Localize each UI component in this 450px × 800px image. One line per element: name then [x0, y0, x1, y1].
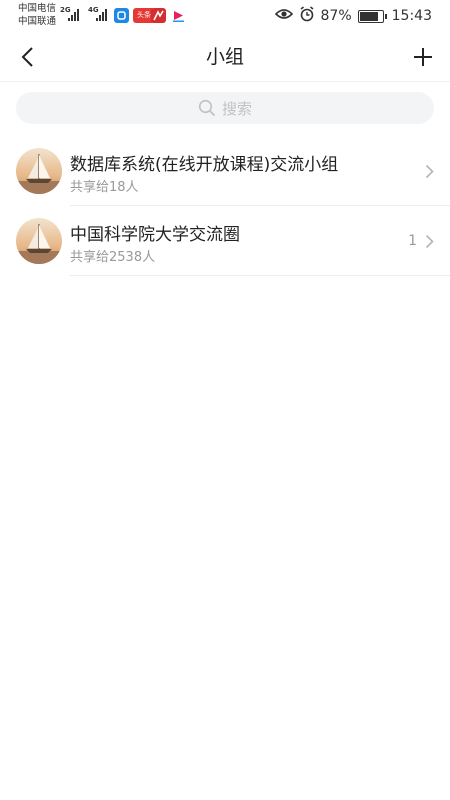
list-item[interactable]: 中国科学院大学交流圈 共享给2538人 1: [0, 206, 450, 276]
carrier-info: 中国电信 中国联通: [18, 3, 56, 28]
search-input[interactable]: 搜索: [16, 92, 434, 124]
battery-percent: 87%: [320, 8, 352, 24]
sailboat-avatar-icon: [16, 148, 62, 194]
page-title: 小组: [205, 46, 244, 68]
status-right: 87% 15:43: [274, 6, 432, 26]
navigation-bar: 小组: [0, 32, 450, 82]
unread-count: 1: [408, 233, 417, 249]
chaoxing-icon: [151, 8, 166, 23]
group-title: 中国科学院大学交流圈: [70, 225, 240, 245]
add-group-button[interactable]: [406, 40, 440, 74]
carrier-2: 中国联通: [18, 15, 57, 27]
video-app-icon: [171, 8, 186, 23]
chevron-right-icon: [425, 234, 434, 248]
sailboat-avatar-icon: [16, 218, 62, 264]
signal-icon: [96, 8, 107, 21]
search-placeholder: 搜索: [221, 99, 252, 118]
group-title: 数据库系统(在线开放课程)交流小组: [70, 155, 339, 175]
battery-icon: [357, 9, 387, 23]
app-notification-icon: [114, 8, 129, 23]
chevron-right-icon: [425, 164, 434, 178]
group-shared-count: 共享给2538人: [70, 250, 156, 265]
clock: 15:43: [391, 8, 432, 24]
item-right: [417, 161, 434, 181]
status-bar: 中国电信 中国联通 2G 4G 头条 87% 15:43: [0, 0, 450, 32]
plus-icon: [414, 48, 432, 66]
list-item[interactable]: 数据库系统(在线开放课程)交流小组 共享给18人: [0, 136, 450, 206]
carrier-1: 中国电信: [18, 3, 57, 14]
item-right: 1: [408, 231, 434, 251]
group-shared-count: 共享给18人: [70, 180, 139, 195]
eye-icon: [274, 7, 293, 25]
group-list: 数据库系统(在线开放课程)交流小组 共享给18人 中国科学院大学交流圈 共享给2…: [0, 136, 450, 276]
signal-icon: [68, 8, 79, 21]
alarm-icon: [299, 6, 315, 26]
divider: [70, 275, 450, 276]
search-icon: [198, 99, 216, 117]
